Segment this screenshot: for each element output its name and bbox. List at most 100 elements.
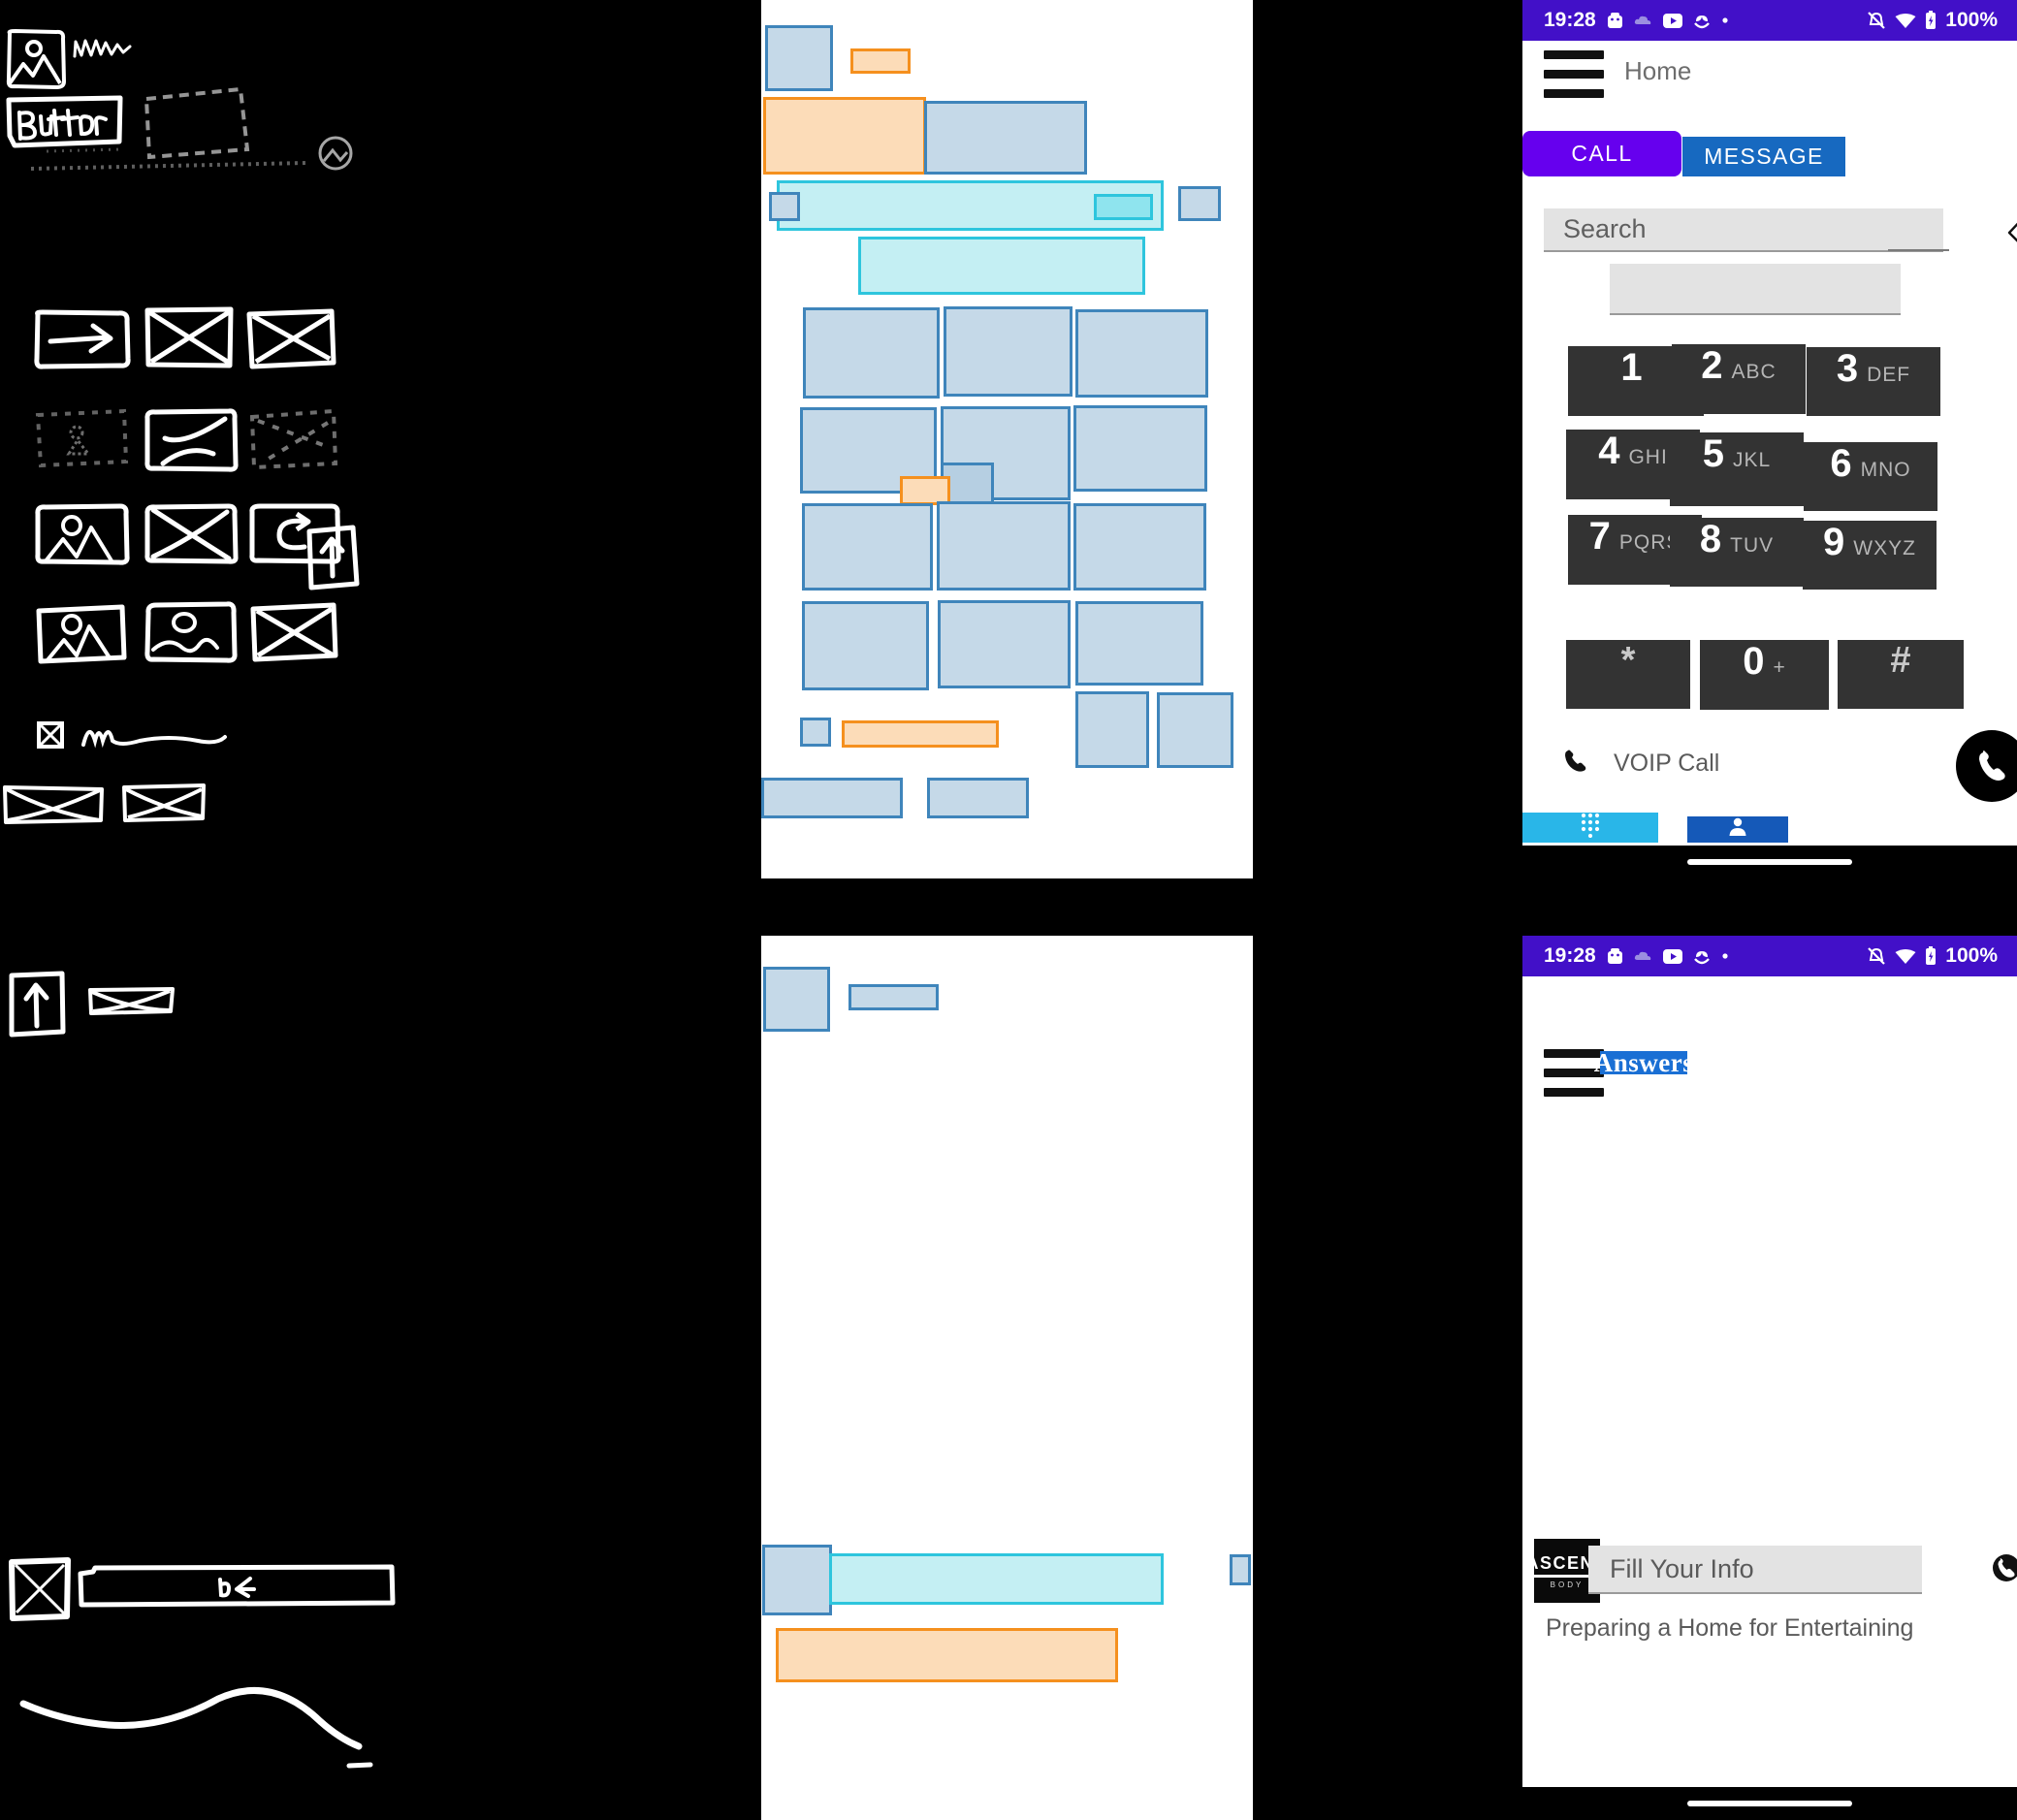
keypad-key-6[interactable]: 6 MNO	[1804, 442, 1937, 511]
page-title: Home	[1624, 56, 1692, 85]
scribble-in-bar	[215, 1576, 262, 1605]
keypad-key-5[interactable]: 5 JKL	[1670, 432, 1804, 506]
crossed-box	[144, 306, 235, 370]
wireframe-panel-top	[761, 0, 1253, 878]
fill-your-info-placeholder: Fill Your Info	[1610, 1553, 1754, 1583]
wire-box	[1075, 691, 1149, 768]
hamburger-icon[interactable]	[1544, 50, 1604, 98]
keypad-key-2[interactable]: 2 ABC	[1672, 344, 1806, 414]
sketch-panel-top	[0, 0, 761, 873]
nav-gesture-pill[interactable]	[1687, 859, 1852, 865]
dot-icon	[1721, 16, 1729, 24]
wire-box	[1073, 405, 1207, 492]
key-digit: 6	[1830, 442, 1852, 485]
arrow-right-box	[33, 308, 132, 372]
sprout-icon	[1693, 13, 1711, 29]
scribble-text	[73, 37, 133, 58]
key-letters: JKL	[1733, 449, 1772, 471]
key-letters: +	[1773, 656, 1786, 679]
wire-box	[765, 25, 833, 91]
android-nav-bar	[1522, 846, 2017, 878]
upload-arrow-box	[304, 524, 361, 591]
crossed-box	[144, 502, 239, 566]
keypad-key-0[interactable]: 0 +	[1700, 640, 1829, 710]
battery-percent: 100%	[1945, 9, 1998, 31]
key-letters: TUV	[1730, 534, 1775, 557]
alarm-off-icon	[1867, 946, 1886, 966]
bottom-tab-dialpad[interactable]	[1522, 813, 1658, 843]
dialpad-icon	[1578, 813, 1603, 843]
bottom-tab-contacts[interactable]	[1687, 816, 1788, 843]
fill-your-info-input[interactable]: Fill Your Info	[1588, 1546, 1922, 1594]
wire-box	[937, 501, 1071, 591]
wire-box	[776, 1628, 1118, 1682]
squiggle-line	[81, 719, 237, 750]
phone-screenshot-answers: 19:28 100% Answers ASCEND BODY Fill Your…	[1522, 936, 2017, 1820]
battery-icon	[1925, 946, 1937, 966]
upload-arrow-box	[6, 970, 66, 1039]
wire-box	[924, 101, 1087, 175]
image-circle-mountain-box	[33, 599, 130, 665]
voip-call-label: VOIP Call	[1614, 750, 1720, 777]
android-icon	[1607, 947, 1623, 966]
search-cursor-underline	[1888, 249, 1949, 251]
wireframe-panel-bottom	[761, 936, 1253, 1820]
tab-call[interactable]: CALL	[1522, 131, 1681, 176]
keypad-key-star[interactable]: *	[1566, 640, 1690, 709]
keypad-key-hash[interactable]: #	[1838, 640, 1964, 709]
phone-screenshot-dialer: 19:28 100% Home CALL MESSAGE Search 1 2 …	[1522, 0, 2017, 878]
battery-icon	[1925, 11, 1937, 30]
youtube-icon	[1662, 13, 1682, 28]
wire-box	[1230, 1554, 1251, 1585]
contacts-person-icon	[1727, 816, 1748, 843]
image-circle-mountain-box	[33, 502, 130, 566]
key-letters: GHI	[1628, 446, 1668, 468]
comparison-grid: 19:28 100% Home CALL MESSAGE Search 1 2 …	[0, 0, 2017, 1820]
wire-box	[1157, 692, 1233, 768]
key-digit: 5	[1702, 432, 1725, 475]
phone-call-icon[interactable]	[1956, 730, 2017, 802]
wire-box	[769, 192, 800, 221]
wifi-icon	[1895, 13, 1916, 29]
wifi-icon	[1895, 948, 1916, 965]
wire-box	[802, 601, 929, 690]
sprout-icon	[1693, 948, 1711, 965]
wire-box	[927, 778, 1029, 818]
small-crossed-square	[35, 719, 66, 750]
tab-message[interactable]: MESSAGE	[1682, 137, 1845, 176]
number-display-field[interactable]	[1610, 264, 1901, 315]
wire-box	[1094, 194, 1153, 220]
keypad-key-9[interactable]: 9 WXYZ	[1803, 521, 1937, 590]
nav-gesture-pill[interactable]	[1687, 1801, 1852, 1806]
keypad-key-8[interactable]: 8 TUV	[1670, 518, 1804, 587]
backspace-icon[interactable]	[2007, 215, 2017, 255]
wire-box	[763, 967, 830, 1032]
youtube-icon	[1662, 948, 1682, 964]
button-label	[16, 109, 112, 144]
key-digit: #	[1890, 640, 1911, 681]
key-letters: WXYZ	[1853, 537, 1916, 559]
key-digit: *	[1620, 640, 1636, 681]
wire-box	[803, 307, 940, 399]
search-input[interactable]: Search	[1544, 208, 1943, 252]
keypad-key-3[interactable]: 3 DEF	[1807, 347, 1940, 416]
wire-box	[829, 1553, 1164, 1605]
faint-circle-icon	[315, 134, 356, 173]
wire-box	[938, 600, 1071, 688]
status-bar-time: 19:28	[1544, 944, 1596, 967]
cloud-icon	[1634, 14, 1652, 27]
key-letters: ABC	[1731, 361, 1777, 383]
status-bar-time: 19:28	[1544, 9, 1596, 31]
wire-box	[762, 1545, 832, 1615]
phone-circle-icon[interactable]	[1992, 1553, 2017, 1587]
key-digit: 0	[1743, 640, 1765, 683]
small-crossed-square	[6, 1554, 72, 1622]
answers-logo[interactable]: Answers	[1594, 1048, 1693, 1077]
voip-call-row[interactable]: VOIP Call	[1563, 749, 1719, 779]
key-digit: 7	[1588, 515, 1611, 558]
faint-crossed-box	[248, 407, 339, 471]
wire-box	[1073, 503, 1206, 591]
faint-person-box	[33, 407, 132, 471]
wire-box	[1075, 309, 1208, 398]
article-title[interactable]: Preparing a Home for Entertaining	[1546, 1614, 1913, 1643]
